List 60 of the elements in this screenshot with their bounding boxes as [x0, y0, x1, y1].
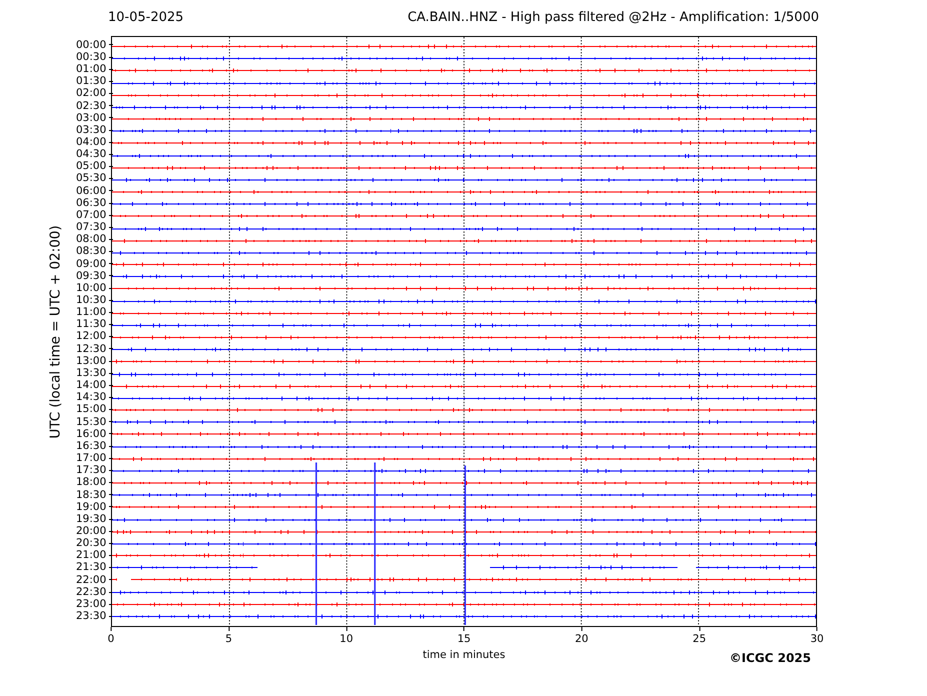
tick-label: 03:30	[76, 124, 106, 136]
tick-label: 11:30	[76, 319, 106, 330]
tick-label: 14:30	[76, 392, 106, 403]
tick-label: 17:30	[76, 465, 106, 476]
tick-label: 13:30	[76, 368, 106, 378]
tick-label: 22:30	[76, 586, 106, 598]
tick-label: 17:00	[76, 453, 106, 464]
tick-label: 05:00	[76, 161, 106, 172]
tick-label: 15	[457, 633, 471, 645]
tick-label: 01:30	[76, 76, 106, 87]
tick-label: 30	[810, 633, 824, 645]
tick-label: 10:30	[76, 295, 106, 306]
tick-label: 18:00	[76, 477, 106, 488]
tick-label: 23:00	[76, 598, 106, 610]
tick-label: 12:00	[76, 331, 106, 342]
tick-label: 07:00	[76, 210, 106, 220]
tick-label: 21:30	[76, 562, 106, 573]
tick-label: 08:00	[76, 234, 106, 245]
axis-title: UTC (local time = UTC + 02:00)	[48, 224, 64, 438]
tick-label: 20	[574, 633, 588, 645]
tick-label: 16:30	[76, 440, 106, 452]
tick-label: 25	[692, 633, 706, 645]
tick-label: 00:30	[76, 52, 106, 62]
plot-date: 10-05-2025	[108, 10, 184, 24]
tick-label: 0	[108, 633, 114, 645]
copyright-text: ©ICGC 2025	[729, 651, 811, 665]
tick-label: 02:00	[76, 88, 106, 99]
tick-label: 11:00	[76, 307, 106, 318]
tick-label: 09:00	[76, 258, 106, 270]
tick-label: 12:30	[76, 344, 106, 354]
tick-label: 22:00	[76, 574, 106, 586]
tick-label: 01:00	[76, 64, 106, 75]
tick-label: 20:30	[76, 538, 106, 549]
tick-label: 18:30	[76, 490, 106, 500]
tick-label: 06:30	[76, 198, 106, 208]
tick-label: 10	[340, 633, 354, 645]
tick-label: 16:00	[76, 428, 106, 440]
tick-label: 13:00	[76, 356, 106, 366]
tick-label: 15:00	[76, 404, 106, 415]
tick-label: 20:00	[76, 526, 106, 536]
tick-label: 03:00	[76, 112, 106, 124]
tick-label: 05:30	[76, 173, 106, 184]
tick-label: 00:00	[76, 40, 106, 50]
tick-label: 19:30	[76, 514, 106, 524]
plot-title: CA.BAIN..HNZ - High pass filtered @2Hz - Amplification: 1/5000	[408, 10, 819, 24]
tick-label: 14:00	[76, 380, 106, 391]
tick-label: 09:30	[76, 270, 106, 282]
tick-label: 5	[225, 633, 232, 645]
tick-label: 06:00	[76, 186, 106, 196]
tick-label: 19:00	[76, 502, 106, 512]
tick-label: 23:30	[76, 611, 106, 622]
tick-label: 10:00	[76, 282, 106, 294]
tick-label: 08:30	[76, 246, 106, 257]
tick-label: 07:30	[76, 222, 106, 233]
tick-label: 02:30	[76, 100, 106, 112]
tick-label: 21:00	[76, 550, 106, 561]
tick-label: 15:30	[76, 416, 106, 428]
tick-label: 04:00	[76, 136, 106, 148]
axis-title: time in minutes	[422, 649, 506, 661]
tick-label: 04:30	[76, 149, 106, 160]
